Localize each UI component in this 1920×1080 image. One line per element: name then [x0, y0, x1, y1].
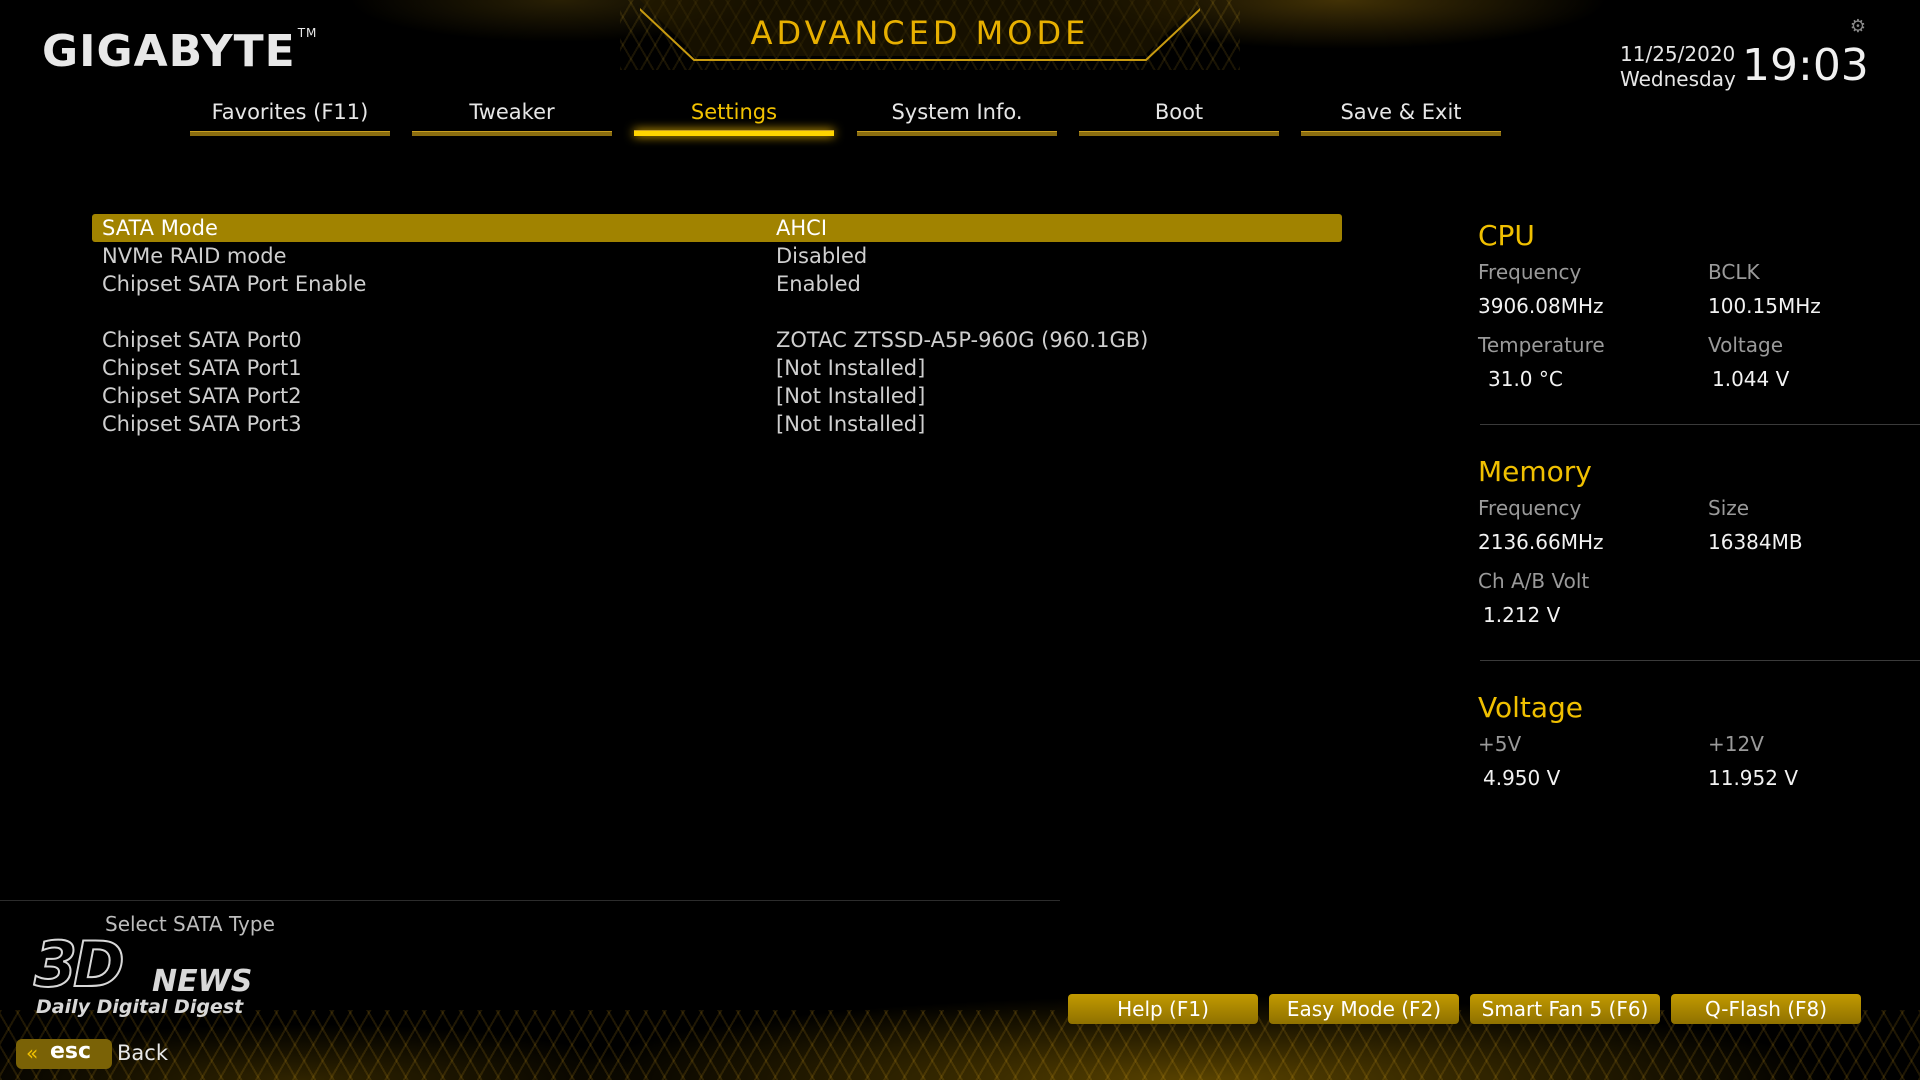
setting-name: Chipset SATA Port1	[102, 356, 302, 380]
tab-label: System Info.	[891, 100, 1023, 124]
voltage-info: +5V +12V 4.950 V 11.952 V	[1478, 732, 1920, 812]
hardware-info-panel: CPU Frequency BCLK 3906.08MHz 100.15MHz …	[1478, 216, 1920, 812]
setting-name: Chipset SATA Port3	[102, 412, 302, 436]
info-divider	[1480, 424, 1920, 425]
gear-icon[interactable]: ⚙	[1849, 18, 1867, 36]
settings-list: SATA Mode AHCI NVMe RAID mode Disabled C…	[92, 214, 1342, 438]
cpu-voltage-value: 1.044 V	[1712, 367, 1790, 391]
cpu-voltage-label: Voltage	[1708, 333, 1784, 357]
mode-banner: ADVANCED MODE	[640, 0, 1200, 64]
help-button[interactable]: Help (F1)	[1068, 994, 1258, 1024]
setting-name: Chipset SATA Port Enable	[102, 272, 367, 296]
tab-save-exit[interactable]: Save & Exit	[1301, 96, 1501, 136]
setting-name: NVMe RAID mode	[102, 244, 287, 268]
help-divider	[0, 900, 1060, 901]
setting-value: [Not Installed]	[776, 384, 926, 408]
trademark: TM	[297, 26, 318, 40]
setting-row-port3: Chipset SATA Port3 [Not Installed]	[92, 410, 1342, 438]
tab-label: Boot	[1154, 100, 1204, 124]
cpu-info: Frequency BCLK 3906.08MHz 100.15MHz Temp…	[1478, 260, 1920, 420]
cpu-frequency-label: Frequency	[1478, 260, 1582, 284]
setting-row-port-enable[interactable]: Chipset SATA Port Enable Enabled	[92, 270, 1342, 298]
voltage-section-title: Voltage	[1478, 691, 1584, 724]
setting-name: Chipset SATA Port2	[102, 384, 302, 408]
setting-row-port2: Chipset SATA Port2 [Not Installed]	[92, 382, 1342, 410]
tab-label: Settings	[690, 100, 778, 124]
tab-underline	[857, 131, 1057, 136]
setting-row-nvme-raid[interactable]: NVMe RAID mode Disabled	[92, 242, 1342, 270]
v12-value: 11.952 V	[1708, 766, 1799, 790]
memory-size-value: 16384MB	[1708, 530, 1803, 554]
cpu-frequency-value: 3906.08MHz	[1478, 294, 1604, 318]
temperature-value: 31.0 °C	[1488, 367, 1563, 391]
setting-name: SATA Mode	[102, 216, 218, 240]
chab-volt-label: Ch A/B Volt	[1478, 569, 1590, 593]
v5-label: +5V	[1478, 732, 1522, 756]
memory-frequency-label: Frequency	[1478, 496, 1582, 520]
v5-value: 4.950 V	[1483, 766, 1561, 790]
memory-frequency-value: 2136.66MHz	[1478, 530, 1604, 554]
tab-settings[interactable]: Settings	[634, 96, 834, 136]
tab-underline	[634, 130, 834, 136]
setting-row-port1: Chipset SATA Port1 [Not Installed]	[92, 354, 1342, 382]
back-label[interactable]: Back	[117, 1041, 168, 1065]
watermark-3d: 3D	[33, 927, 126, 1002]
double-chevron-left-icon: «	[26, 1041, 39, 1065]
tab-underline	[1079, 131, 1279, 136]
chab-volt-value: 1.212 V	[1483, 603, 1561, 627]
info-divider	[1480, 660, 1920, 661]
clock-time: 19:03	[1742, 40, 1869, 91]
memory-size-label: Size	[1708, 496, 1750, 520]
setting-row-sata-mode[interactable]: SATA Mode AHCI	[92, 214, 1342, 242]
bios-screen: GIGABYTE TM ADVANCED MODE 11/25/2020 Wedn…	[0, 0, 1920, 1080]
easy-mode-button[interactable]: Easy Mode (F2)	[1269, 994, 1459, 1024]
esc-button[interactable]: « esc	[16, 1039, 112, 1069]
tab-system-info[interactable]: System Info.	[857, 96, 1057, 136]
tab-label: Save & Exit	[1340, 100, 1462, 124]
setting-row-port0: Chipset SATA Port0 ZOTAC ZTSSD-A5P-960G …	[92, 326, 1342, 354]
setting-value: ZOTAC ZTSSD-A5P-960G (960.1GB)	[776, 328, 1149, 352]
clock-date: 11/25/2020 Wednesday	[1620, 42, 1736, 92]
watermark-news: NEWS	[152, 964, 253, 999]
watermark-logo: 3D NEWS Daily Digital Digest	[33, 927, 284, 1018]
q-flash-button[interactable]: Q-Flash (F8)	[1671, 994, 1861, 1024]
setting-value: AHCI	[776, 216, 828, 240]
temperature-label: Temperature	[1478, 333, 1605, 357]
tab-label: Tweaker	[469, 100, 555, 124]
setting-value: [Not Installed]	[776, 356, 926, 380]
memory-section-title: Memory	[1478, 455, 1592, 488]
date-text: 11/25/2020	[1620, 42, 1736, 66]
setting-value: [Not Installed]	[776, 412, 926, 436]
esc-key-label: esc	[50, 1039, 92, 1064]
tab-label: Favorites (F11)	[211, 100, 369, 124]
tab-underline	[412, 131, 612, 136]
tab-boot[interactable]: Boot	[1079, 96, 1279, 136]
tab-underline	[190, 131, 390, 136]
help-text: Select SATA Type	[105, 912, 275, 936]
brand-logo: GIGABYTE TM	[42, 26, 318, 77]
v12-label: +12V	[1708, 732, 1764, 756]
tab-favorites[interactable]: Favorites (F11)	[190, 96, 390, 136]
tab-tweaker[interactable]: Tweaker	[412, 96, 612, 136]
tab-underline	[1301, 131, 1501, 136]
cpu-section-title: CPU	[1478, 219, 1535, 252]
mode-title: ADVANCED MODE	[750, 14, 1090, 52]
bclk-value: 100.15MHz	[1708, 294, 1821, 318]
bclk-label: BCLK	[1708, 260, 1760, 284]
memory-info: Frequency Size 2136.66MHz 16384MB Ch A/B…	[1478, 496, 1920, 656]
smart-fan-button[interactable]: Smart Fan 5 (F6)	[1470, 994, 1660, 1024]
watermark-tagline: Daily Digital Digest	[36, 996, 244, 1018]
setting-value: Enabled	[776, 272, 861, 296]
setting-name: Chipset SATA Port0	[102, 328, 302, 352]
setting-value: Disabled	[776, 244, 868, 268]
day-text: Wednesday	[1620, 67, 1736, 91]
